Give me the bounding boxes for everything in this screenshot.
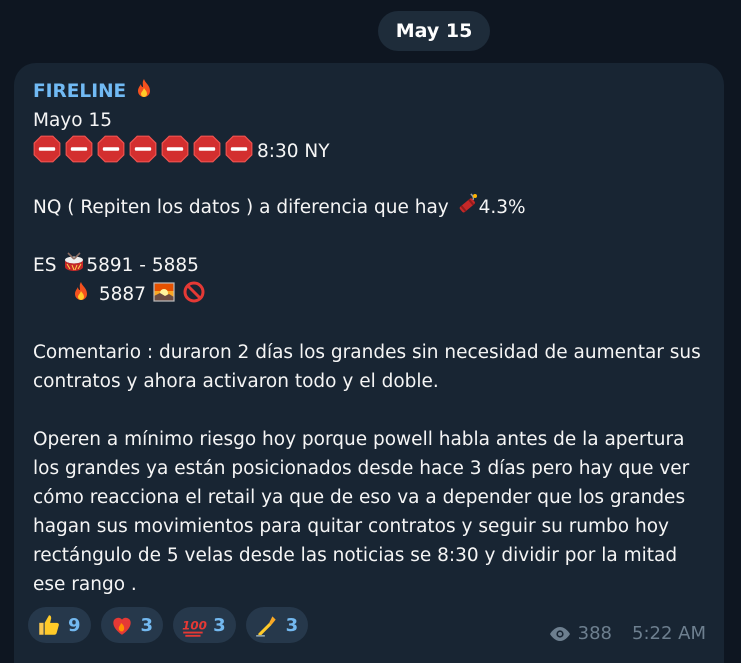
reactions-bar: 9 3 100 3 3: [28, 607, 309, 645]
dynamite-icon: [455, 193, 479, 217]
message-meta: 388 5:22 AM: [548, 623, 706, 644]
comment-paragraph: Comentario : duraron 2 días los grandes …: [33, 342, 701, 392]
fire-icon: [69, 280, 93, 304]
chat-view: May 15 FIRELINE Mayo 15 8:30 NY NQ ( Rep…: [0, 0, 741, 663]
drum-icon: [62, 251, 86, 275]
reaction-count: 3: [140, 614, 154, 636]
reaction-count: 3: [285, 614, 299, 636]
thumbs-up-icon: [39, 615, 59, 635]
stop-sign-icon: [161, 135, 189, 163]
es-line: ES 5891 - 5885: [33, 251, 713, 280]
es-level-line: 5887: [33, 280, 713, 309]
instructions-paragraph: Operen a mínimo riesgo hoy porque powell…: [33, 429, 690, 595]
message-time: 5:22 AM: [632, 623, 706, 644]
reaction-writing-hand[interactable]: 3: [245, 607, 309, 643]
heart-fire-icon: [112, 617, 131, 635]
reaction-hundred[interactable]: 100 3: [173, 607, 236, 643]
writing-hand-icon: [255, 616, 276, 637]
stop-sign-icon: [97, 135, 125, 163]
es-range: 5891 - 5885: [86, 255, 199, 276]
stop-sign-icon: [225, 135, 253, 163]
reaction-count: 9: [68, 614, 81, 636]
sender-line: FIRELINE: [33, 77, 713, 106]
prohibited-icon: [182, 280, 206, 304]
date-line: Mayo 15: [33, 110, 112, 131]
es-label: ES: [33, 255, 57, 276]
message-body: FIRELINE Mayo 15 8:30 NY NQ ( Repiten lo…: [33, 77, 713, 599]
time-line: 8:30 NY: [257, 141, 330, 162]
eye-icon: [549, 626, 570, 641]
view-count: 388: [577, 623, 612, 644]
fire-icon: [132, 77, 156, 101]
stop-sign-icon: [193, 135, 221, 163]
stop-sign-icon: [65, 135, 93, 163]
sunrise-icon: [152, 280, 176, 304]
nq-text: NQ ( Repiten los datos ) a diferencia qu…: [33, 197, 449, 218]
sender-name[interactable]: FIRELINE: [33, 81, 126, 102]
message-bubble[interactable]: FIRELINE Mayo 15 8:30 NY NQ ( Repiten lo…: [14, 63, 724, 663]
stop-sign-icon: [33, 135, 61, 163]
reaction-thumbs-up[interactable]: 9: [28, 607, 91, 643]
reaction-count: 3: [213, 614, 226, 636]
nq-value: 4.3%: [478, 197, 526, 218]
es-level: 5887: [98, 284, 146, 305]
stop-sign-icon: [129, 135, 157, 163]
stop-line: 8:30 NY: [33, 135, 713, 164]
svg-text:100: 100: [182, 618, 207, 632]
nq-line: NQ ( Repiten los datos ) a diferencia qu…: [33, 193, 713, 222]
reaction-heart-fire[interactable]: 3: [100, 607, 164, 643]
date-separator: May 15: [378, 11, 490, 51]
hundred-icon: 100: [182, 618, 207, 637]
